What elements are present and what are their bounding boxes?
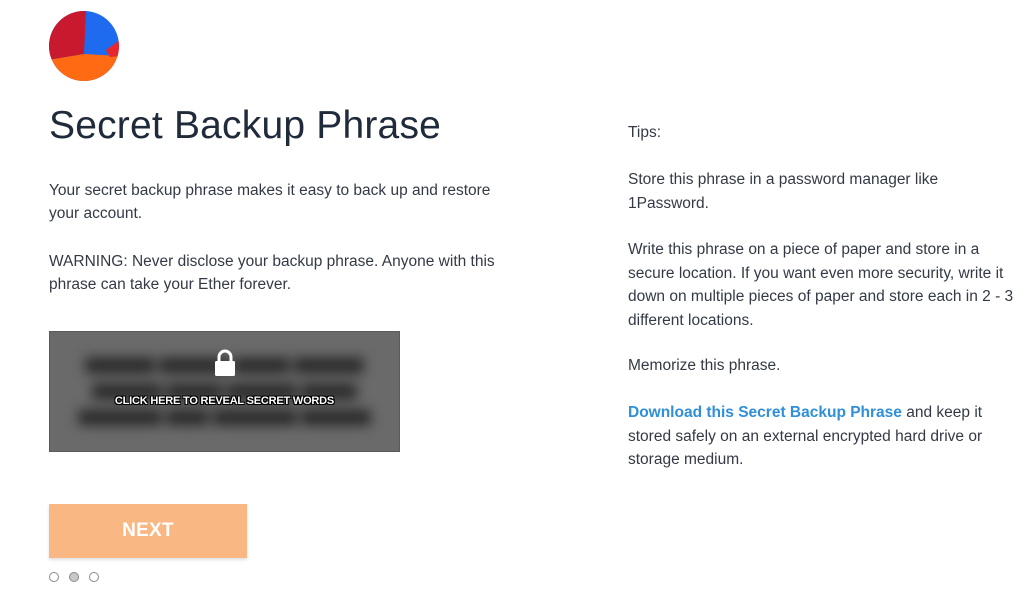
step-dot-2: [69, 572, 79, 582]
tip-password-manager: Store this phrase in a password manager …: [628, 171, 939, 212]
metamask-fox-logo-icon: [49, 11, 119, 81]
next-button[interactable]: NEXT: [49, 504, 247, 558]
step-dot-3: [89, 572, 99, 582]
tip-download: Download this Secret Backup Phrase and k…: [628, 401, 1018, 472]
reveal-secret-words-label[interactable]: CLICK HERE TO REVEAL SECRET WORDS: [115, 395, 334, 407]
intro-text: Your secret backup phrase makes it easy …: [49, 182, 491, 222]
tip-memorize: Memorize this phrase.: [628, 357, 781, 374]
download-backup-phrase-link[interactable]: Download this Secret Backup Phrase: [628, 404, 902, 421]
page-title: Secret Backup Phrase: [49, 104, 442, 147]
reveal-secret-words-box[interactable]: ▆▆▆▆▆ ▆▆▆▆▆ ▆▆▆▆ ▆▆▆▆▆ ▆▆▆▆▆ ▆▆▆▆ ▆▆▆▆▆ …: [49, 331, 400, 452]
app-logo: [48, 10, 120, 82]
tips-heading: Tips:: [628, 124, 662, 141]
tip-paper-storage: Write this phrase on a piece of paper an…: [628, 241, 1014, 329]
step-dot-1: [49, 572, 59, 582]
lock-icon: [215, 349, 235, 376]
step-indicator: [49, 572, 99, 582]
warning-text: WARNING: Never disclose your backup phra…: [49, 253, 495, 293]
